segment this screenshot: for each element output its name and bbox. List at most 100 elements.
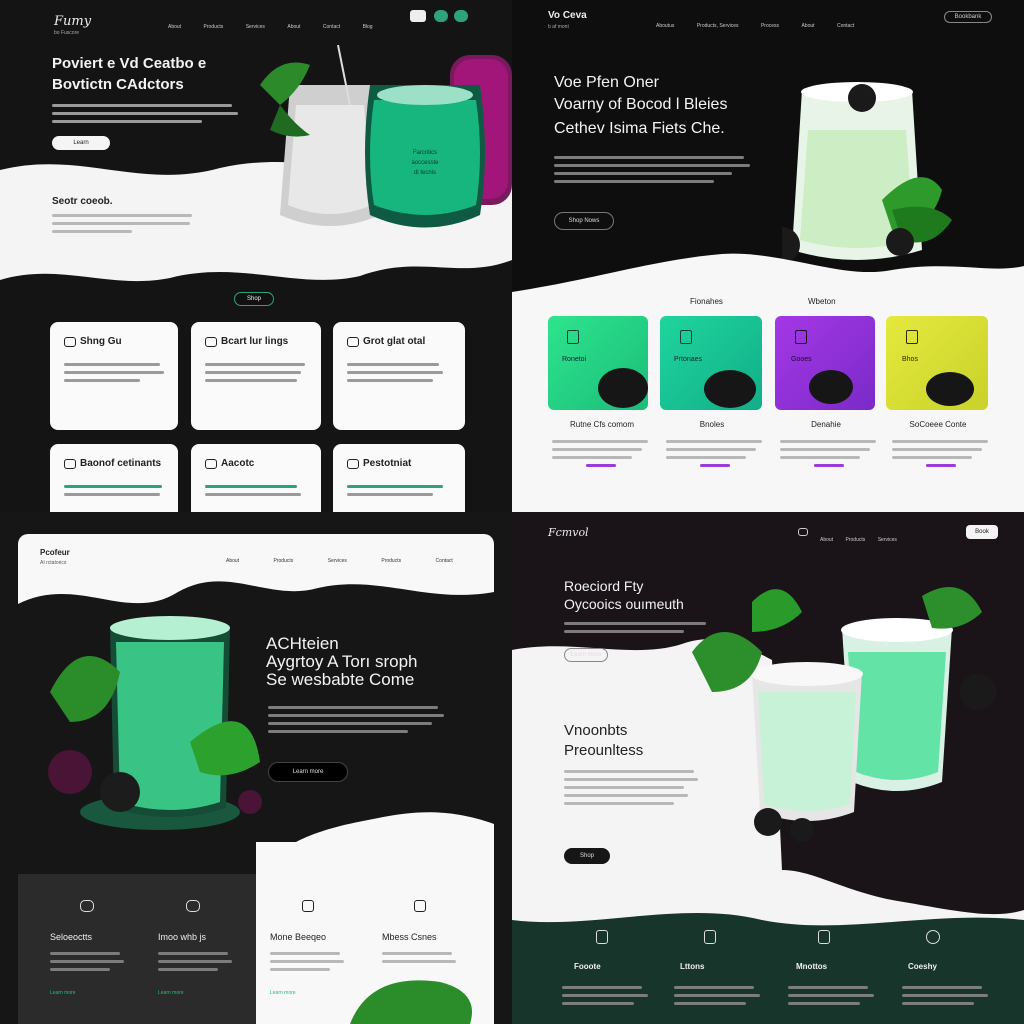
- feature-icon: [302, 900, 314, 912]
- center-shop-button[interactable]: Shop: [234, 292, 274, 306]
- hero-title-line-1: Roeciord Fty: [564, 578, 644, 594]
- nav-item[interactable]: About: [287, 24, 300, 30]
- nav-item[interactable]: Services: [246, 24, 265, 30]
- berries-image: [598, 368, 648, 408]
- hero-shop-button[interactable]: Shop Nows: [554, 212, 614, 230]
- section-text: [564, 770, 704, 810]
- feature-title: Coeshy: [908, 962, 937, 971]
- product-tile[interactable]: Gooes: [775, 316, 875, 410]
- main-nav: About Products Services: [812, 528, 897, 546]
- feature-link[interactable]: Learn more: [270, 990, 296, 996]
- nav-item[interactable]: Blog: [363, 24, 373, 30]
- card-title: Shng Gu: [80, 336, 122, 347]
- feature-text: [788, 986, 878, 1010]
- feature-link[interactable]: Learn more: [50, 990, 76, 996]
- feature-card[interactable]: Shng Gu: [50, 322, 178, 430]
- panel-bottom-right: Fcmvol About Products Services Book Roec…: [512, 512, 1024, 1024]
- tile-label: Prtonaes: [674, 356, 703, 363]
- feature-text: [674, 986, 764, 1010]
- feature-link[interactable]: Learn more: [158, 990, 184, 996]
- main-nav: About Products Services About Contact Bl…: [150, 15, 373, 33]
- hero-title-line-3: Se wesbabte Come: [266, 670, 415, 689]
- glass-label-2: aoccesste: [411, 160, 439, 166]
- cart-icon[interactable]: [798, 528, 808, 536]
- card-title: Aacotc: [221, 458, 255, 469]
- hero-learn-button[interactable]: Learn more: [564, 648, 608, 662]
- feature-title: Seloeoctts: [50, 932, 93, 942]
- logo[interactable]: Fumy: [54, 14, 91, 29]
- hero-description: [554, 156, 754, 188]
- hero-title-line-2: Bovtictn CAdctors: [52, 76, 184, 93]
- hero-title-line-3: Cethev Isima Fiets Che.: [554, 120, 725, 137]
- nav-item[interactable]: Contact: [837, 23, 854, 29]
- product-icon: [906, 330, 918, 344]
- section-header-1: Fionahes: [690, 297, 723, 306]
- feature-icon: [205, 458, 217, 469]
- feature-icon: [80, 900, 94, 912]
- hero-learn-button[interactable]: Learn: [52, 136, 110, 150]
- nav-item[interactable]: Aboutus: [656, 23, 674, 29]
- card-title: Pestotniat: [363, 458, 412, 469]
- feature-title: Mnottos: [796, 962, 828, 971]
- product-tile[interactable]: Prtonaes: [660, 316, 762, 410]
- cart-icon[interactable]: [434, 10, 448, 22]
- nav-button[interactable]: Bookbank: [944, 11, 992, 23]
- feature-card[interactable]: Aacotc: [191, 444, 321, 512]
- feature-icon: [596, 930, 608, 944]
- feature-card[interactable]: Baonof cetinants: [50, 444, 178, 512]
- hero-learn-button[interactable]: Learn more: [268, 762, 348, 782]
- feature-title: Mbess Csnes: [382, 932, 437, 942]
- nav-item[interactable]: Process: [761, 23, 779, 29]
- hero-title-line-2: Aygrtoy A Torı sroph: [266, 652, 418, 671]
- user-icon[interactable]: [454, 10, 468, 22]
- nav-item[interactable]: Products: [846, 537, 866, 543]
- logo[interactable]: Fcmvol: [548, 526, 589, 539]
- feature-text: [270, 952, 350, 976]
- card-title: Grot glat otal: [363, 336, 426, 347]
- feature-icon: [704, 930, 716, 944]
- feature-card[interactable]: Grot glat otal: [333, 322, 465, 430]
- logo[interactable]: Vo Ceva: [548, 10, 587, 21]
- main-nav: Aboutus Products, Services Process About…: [638, 14, 854, 32]
- feature-icon: [205, 336, 217, 347]
- nav-item[interactable]: Services: [878, 537, 897, 543]
- feature-text: [562, 986, 652, 1010]
- tile-text: [892, 440, 992, 472]
- glass-label-1: Farcntics: [412, 150, 438, 156]
- feature-title: Mone Beeqeo: [270, 932, 327, 942]
- feature-title: Fooote: [574, 962, 601, 971]
- product-tile[interactable]: Bhos: [886, 316, 988, 410]
- nav-button[interactable]: Book: [966, 525, 998, 539]
- feature-icon: [64, 336, 76, 347]
- hero-title-line-1: Poviert e Vd Ceatbo e: [52, 55, 207, 72]
- search-button[interactable]: [410, 10, 426, 22]
- product-icon: [680, 330, 692, 344]
- nav-item[interactable]: About: [820, 537, 833, 543]
- berries-image: [809, 370, 853, 404]
- tile-label: Ronetoi: [562, 356, 587, 363]
- section-title-line-2: Preounltess: [564, 742, 644, 759]
- drink-illustration: [48, 616, 262, 830]
- logo[interactable]: Pcofeur: [40, 548, 70, 557]
- nav-item[interactable]: Products, Services: [697, 23, 739, 29]
- feature-text: [382, 952, 462, 968]
- product-tile[interactable]: Ronetoi: [548, 316, 648, 410]
- tile-title: Denahie: [811, 420, 841, 429]
- feature-icon: [64, 458, 76, 469]
- nav-item[interactable]: About: [801, 23, 814, 29]
- tile-title: Rutne Cfs comom: [569, 420, 635, 429]
- nav-item[interactable]: About: [168, 24, 181, 30]
- section-title-line-1: Vnoonbts: [564, 722, 628, 739]
- section-shop-button[interactable]: Shop: [564, 848, 610, 864]
- feature-card[interactable]: Bcart lur lings: [191, 322, 321, 430]
- panel-bottom-left: Pcofeur AI rctatorics About Products Ser…: [0, 512, 512, 1024]
- feature-card[interactable]: Pestotniat: [333, 444, 465, 512]
- feature-icon: [186, 900, 200, 912]
- feature-text: [50, 952, 130, 976]
- feature-icon: [926, 930, 940, 944]
- panel-top-left: Fumy bo Fuscore About Products Services …: [0, 0, 512, 512]
- card-title: Bcart lur lings: [221, 336, 289, 347]
- nav-item[interactable]: Products: [204, 24, 224, 30]
- nav-item[interactable]: Contact: [323, 24, 340, 30]
- hero-title-line-1: ACHteien: [266, 634, 339, 653]
